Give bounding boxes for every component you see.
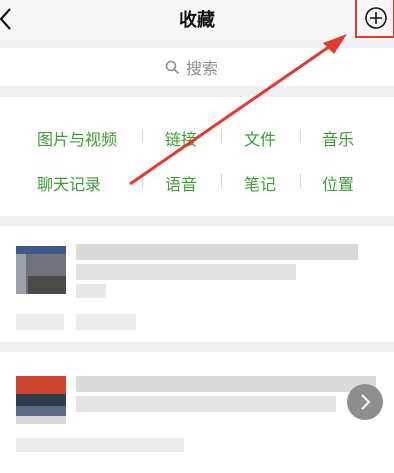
page-title: 收藏 <box>179 10 215 31</box>
category-files[interactable]: 文件 <box>244 126 276 150</box>
pixelated-text <box>76 396 336 412</box>
search-field[interactable]: 搜索 <box>165 56 218 78</box>
pixelated-text <box>76 244 358 260</box>
pixelated-source <box>16 314 64 330</box>
search-icon <box>165 60 180 74</box>
category-location[interactable]: 位置 <box>322 171 354 195</box>
pixelated-text <box>76 264 296 280</box>
next-page-button[interactable] <box>347 384 383 420</box>
search-placeholder: 搜索 <box>186 59 219 78</box>
category-notes[interactable]: 笔记 <box>244 171 276 195</box>
favorite-item[interactable] <box>0 352 394 473</box>
item-thumbnail <box>16 376 66 424</box>
category-links[interactable]: 链接 <box>165 126 197 150</box>
plus-circle-icon <box>365 7 387 29</box>
category-photos-videos[interactable]: 图片与视频 <box>37 126 117 150</box>
divider <box>300 129 301 143</box>
favorite-item[interactable] <box>0 226 394 342</box>
divider <box>142 129 143 143</box>
search-bar[interactable]: 搜索 <box>0 48 394 86</box>
chevron-right-icon <box>361 394 371 410</box>
pixelated-source <box>16 438 184 452</box>
divider <box>300 174 301 188</box>
pixelated-date <box>76 314 136 330</box>
category-grid: 图片与视频 链接 文件 音乐 聊天记录 语音 笔记 位置 <box>0 97 394 216</box>
item-thumbnail <box>16 246 66 294</box>
pixelated-text <box>76 376 376 392</box>
add-favorite-button[interactable] <box>355 0 394 38</box>
divider <box>221 129 222 143</box>
divider <box>142 174 143 188</box>
category-chat-history[interactable]: 聊天记录 <box>37 171 101 195</box>
divider <box>221 174 222 188</box>
category-voice[interactable]: 语音 <box>165 171 197 195</box>
pixelated-text <box>76 284 106 298</box>
navigation-bar: 收藏 <box>0 0 394 40</box>
category-music[interactable]: 音乐 <box>322 126 354 150</box>
